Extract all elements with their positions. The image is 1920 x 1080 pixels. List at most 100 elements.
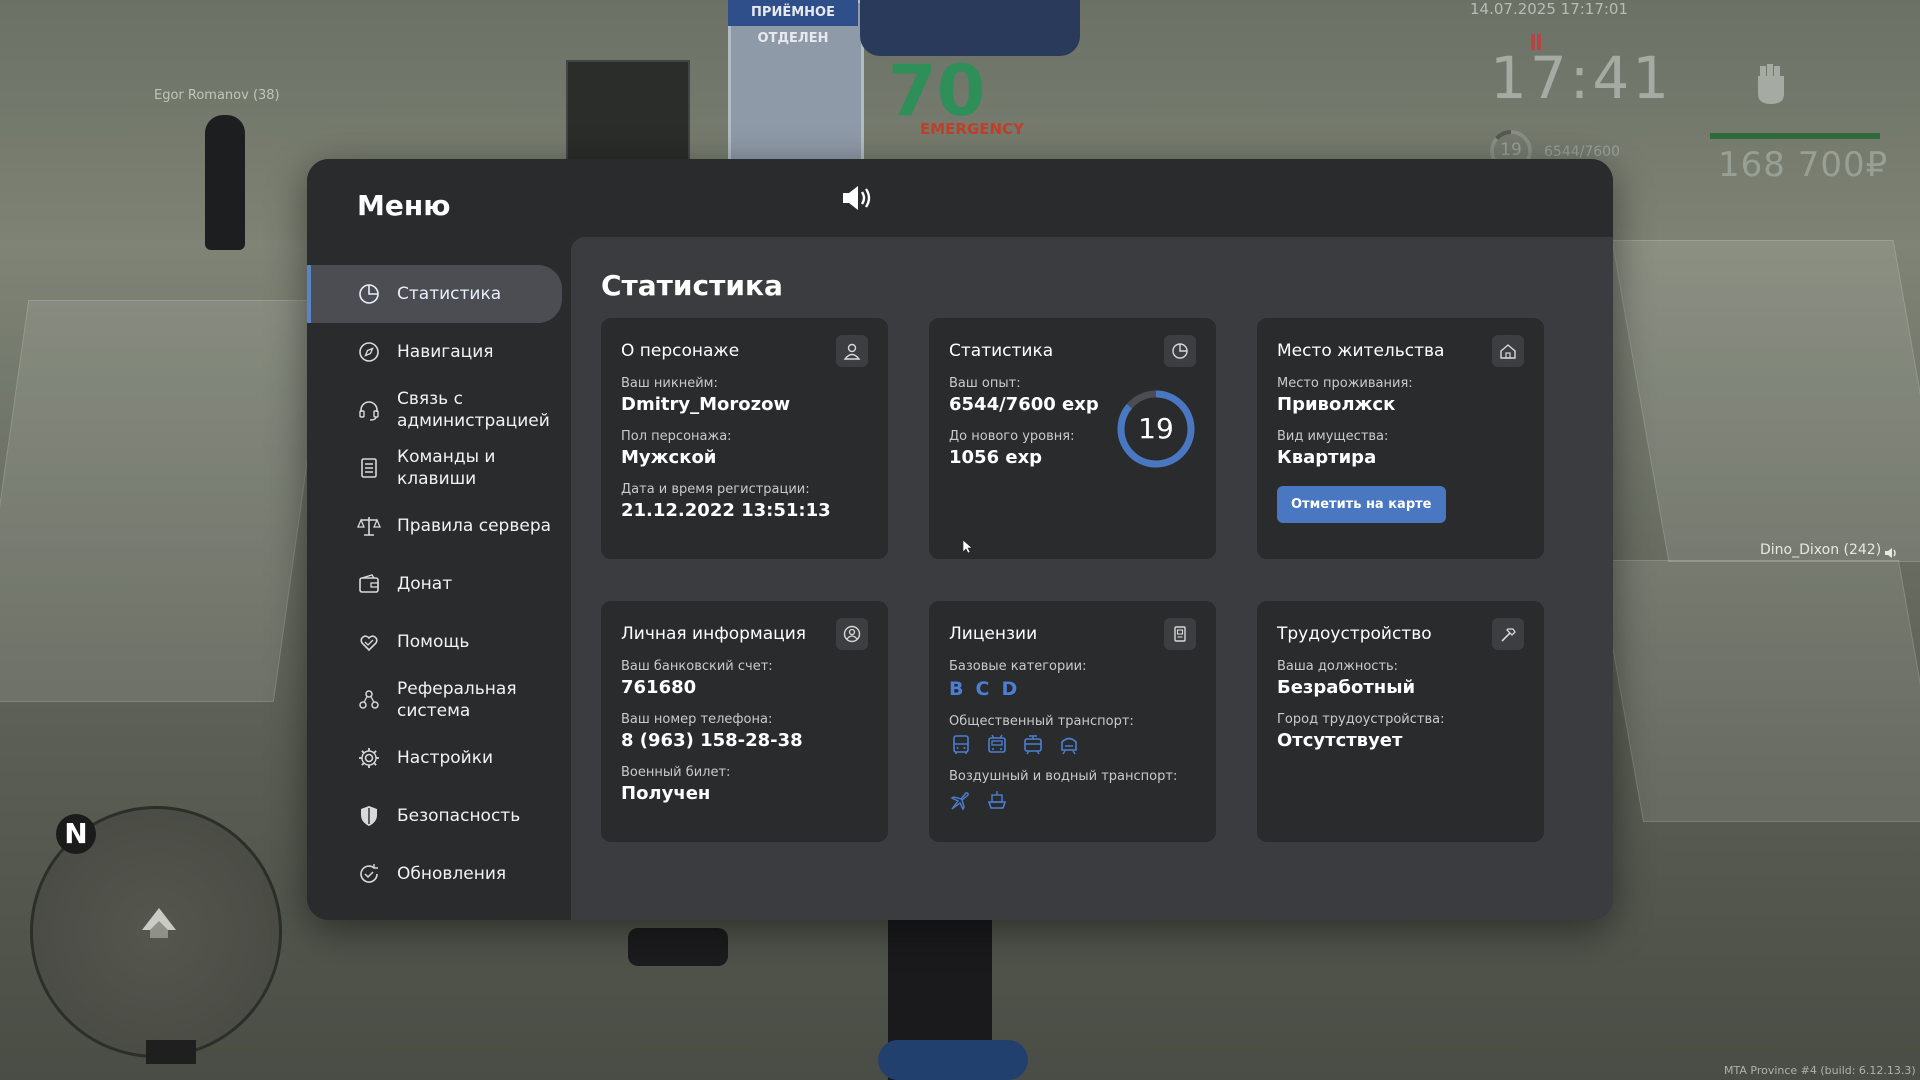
speaker-icon bbox=[843, 186, 871, 210]
phone-value: 8 (963) 158-28-38 bbox=[621, 730, 803, 751]
level-value: 19 bbox=[1138, 412, 1174, 445]
air-water-transport-label: Воздушный и водный транспорт: bbox=[949, 769, 1178, 784]
sidebar-item-settings[interactable]: Настройки bbox=[307, 729, 571, 787]
metro-icon bbox=[1057, 733, 1081, 757]
user-circle-icon bbox=[836, 618, 868, 650]
minimap-north-indicator: N bbox=[56, 814, 96, 854]
position-value: Безработный bbox=[1277, 677, 1416, 698]
sidebar-item-help[interactable]: Помощь bbox=[307, 613, 571, 671]
menu-title: Меню bbox=[357, 189, 451, 222]
plane-icon bbox=[949, 788, 973, 812]
hud-level: 19 bbox=[1500, 140, 1522, 160]
background-bench bbox=[1596, 560, 1920, 822]
speaker-icon bbox=[1884, 545, 1898, 559]
hud-date-time: 14.07.2025 17:17:01 bbox=[1470, 0, 1629, 18]
document-list-icon bbox=[357, 456, 381, 480]
minimap-indicator bbox=[146, 1040, 196, 1064]
sidebar-item-server-rules[interactable]: Правила сервера bbox=[307, 497, 571, 555]
sidebar-item-commands[interactable]: Команды и клавиши bbox=[307, 439, 571, 497]
card-title: О персонаже bbox=[621, 341, 740, 361]
refresh-check-icon bbox=[357, 862, 381, 886]
sidebar-item-label: Правила сервера bbox=[397, 516, 552, 536]
card-title: Место жительства bbox=[1277, 341, 1445, 361]
sidebar-item-donate[interactable]: Донат bbox=[307, 555, 571, 613]
player-shoe bbox=[628, 928, 728, 966]
sidebar-item-label: Статистика bbox=[397, 284, 502, 304]
military-id-label: Военный билет: bbox=[621, 765, 731, 780]
statistics-card: Статистика Ваш опыт: 6544/7600 exp До но… bbox=[929, 318, 1216, 559]
heart-hand-icon bbox=[357, 630, 381, 654]
sidebar-item-updates[interactable]: Обновления bbox=[307, 845, 571, 903]
player-shoe bbox=[878, 1040, 1028, 1080]
property-label: Вид имущества: bbox=[1277, 429, 1389, 444]
voice-chat-player: Dino_Dixon (242) bbox=[1760, 542, 1882, 558]
sidebar-nav: Статистика Навигация Связь с администрац… bbox=[307, 265, 571, 903]
referral-icon bbox=[357, 688, 381, 712]
card-title: Трудоустройство bbox=[1277, 624, 1432, 644]
gender-label: Пол персонажа: bbox=[621, 429, 732, 444]
mouse-cursor-icon bbox=[963, 540, 973, 554]
military-id-value: Получен bbox=[621, 783, 711, 804]
mark-on-map-button[interactable]: Отметить на карте bbox=[1277, 486, 1446, 523]
sidebar-item-label: Обновления bbox=[397, 864, 507, 884]
sidebar-item-label: Безопасность bbox=[397, 806, 521, 826]
npc-nametag: Egor Romanov (38) bbox=[154, 88, 280, 103]
user-icon bbox=[836, 335, 868, 367]
hud-money: 168 700₽ bbox=[1718, 145, 1889, 185]
emergency-sign: EMERGENCY bbox=[920, 120, 1024, 138]
public-transport-icons bbox=[949, 733, 1196, 757]
shield-icon bbox=[357, 804, 381, 828]
card-title: Статистика bbox=[949, 341, 1054, 361]
reception-sign: ПРИЁМНОЕ ОТДЕЛЕН bbox=[728, 0, 858, 46]
sidebar-item-navigation[interactable]: Навигация bbox=[307, 323, 571, 381]
sound-toggle-button[interactable] bbox=[839, 181, 873, 215]
boat-icon bbox=[985, 788, 1009, 812]
scales-icon bbox=[357, 514, 381, 538]
registration-value: 21.12.2022 13:51:13 bbox=[621, 500, 831, 521]
sidebar-item-security[interactable]: Безопасность bbox=[307, 787, 571, 845]
place-label: Место проживания: bbox=[1277, 376, 1413, 391]
build-version: MTA Province #4 (build: 6.12.13.3) bbox=[1724, 1064, 1916, 1077]
public-transport-label: Общественный транспорт: bbox=[949, 714, 1134, 729]
bank-account-label: Ваш банковский счет: bbox=[621, 659, 773, 674]
compass-icon bbox=[357, 340, 381, 364]
background-tv bbox=[860, 0, 1080, 56]
category-c: C bbox=[975, 678, 990, 700]
health-bar bbox=[1710, 133, 1880, 139]
employment-card: Трудоустройство Ваша должность: Безработ… bbox=[1257, 601, 1544, 842]
card-title: Личная информация bbox=[621, 624, 807, 644]
air-water-transport-icons bbox=[949, 788, 1196, 812]
property-value: Квартира bbox=[1277, 447, 1377, 468]
vending-machine bbox=[566, 60, 690, 164]
sidebar-item-label: Настройки bbox=[397, 748, 494, 768]
wallet-icon bbox=[357, 572, 381, 596]
position-label: Ваша должность: bbox=[1277, 659, 1399, 674]
fist-weapon-icon bbox=[1750, 60, 1792, 108]
base-categories-label: Базовые категории: bbox=[949, 659, 1087, 674]
sidebar: Меню Статистика Навигация Связь с админи… bbox=[307, 159, 571, 920]
statistics-content: Статистика О персонаже Ваш никнейм: Dmit… bbox=[571, 237, 1613, 920]
menu-window: Меню Статистика Навигация Связь с админи… bbox=[307, 159, 1613, 920]
licenses-card: Лицензии Базовые категории: B C D Общест… bbox=[929, 601, 1216, 842]
background-bench bbox=[0, 300, 331, 702]
license-icon bbox=[1164, 618, 1196, 650]
npc-character bbox=[205, 115, 245, 250]
sidebar-item-label: Донат bbox=[397, 574, 453, 594]
hud-clock: 17:41 bbox=[1490, 44, 1673, 112]
category-d: D bbox=[1001, 678, 1018, 700]
sidebar-item-statistics[interactable]: Статистика bbox=[307, 265, 562, 323]
bank-account-value: 761680 bbox=[621, 677, 697, 698]
nickname-value: Dmitry_Morozow bbox=[621, 394, 791, 415]
gear-icon bbox=[357, 746, 381, 770]
sidebar-item-label: Команды и клавиши bbox=[397, 447, 496, 489]
hammer-icon bbox=[1492, 618, 1524, 650]
sidebar-item-admin-contact[interactable]: Связь с администрацией bbox=[307, 381, 571, 439]
employment-city-value: Отсутствует bbox=[1277, 730, 1403, 751]
phone-label: Ваш номер телефона: bbox=[621, 712, 773, 727]
card-title: Лицензии bbox=[949, 624, 1038, 644]
sidebar-item-referral[interactable]: Реферальная система bbox=[307, 671, 571, 729]
bus-icon bbox=[949, 733, 973, 757]
house-icon bbox=[1492, 335, 1524, 367]
pie-chart-icon bbox=[357, 282, 381, 306]
trolleybus-icon bbox=[985, 733, 1009, 757]
